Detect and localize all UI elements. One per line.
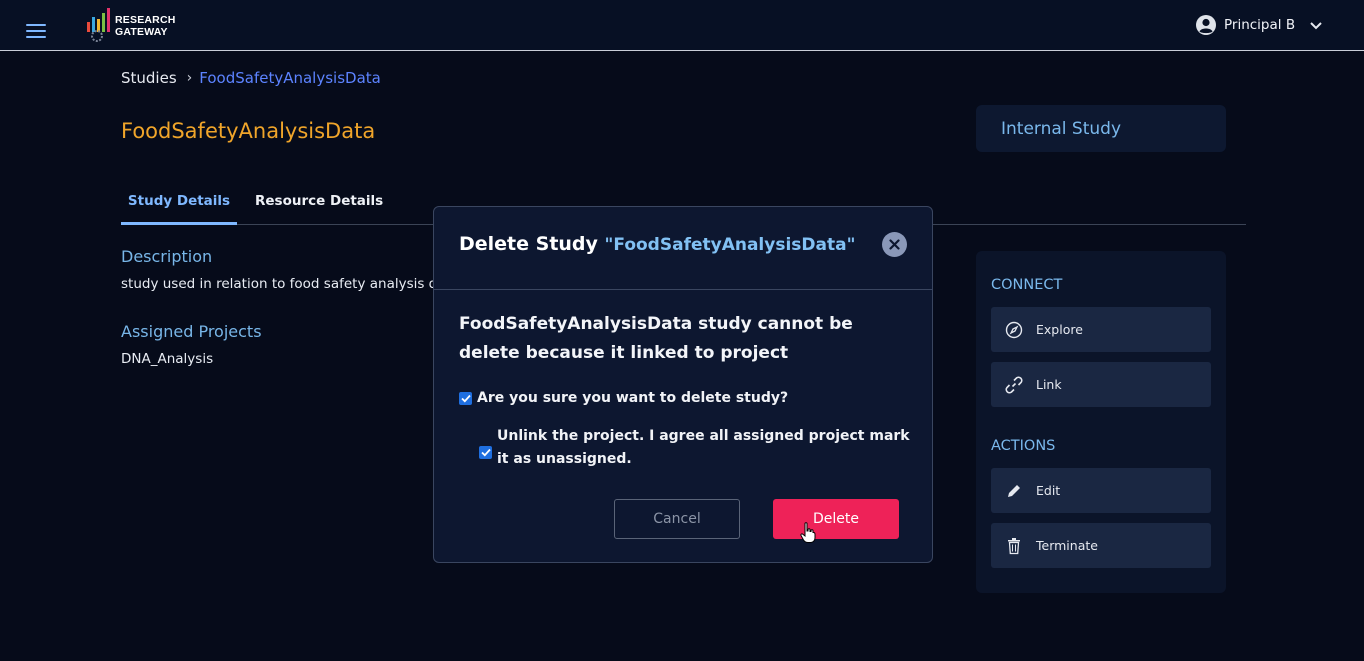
pencil-icon: [1004, 481, 1024, 501]
research-gateway-logo[interactable]: RESEARCH GATEWAY: [85, 8, 180, 42]
breadcrumb: Studies › FoodSafetyAnalysisData: [121, 69, 381, 87]
menu-icon[interactable]: [26, 24, 46, 38]
compass-icon: [1004, 320, 1024, 340]
delete-button[interactable]: Delete: [773, 499, 899, 539]
checkmark-icon: [480, 448, 491, 457]
assigned-projects-value: DNA_Analysis: [121, 351, 214, 367]
link-icon: [1004, 375, 1024, 395]
study-type-label: Internal Study: [1001, 119, 1122, 139]
description-value: study used in relation to food safety an…: [121, 276, 460, 292]
chevron-right-icon: ›: [186, 70, 193, 86]
dialog-message: FoodSafetyAnalysisData study cannot be d…: [459, 314, 853, 363]
delete-study-dialog: Delete Study "FoodSafetyAnalysisData" Fo…: [433, 206, 933, 563]
actions-panel: CONNECT Explore Link ACTIONS Edit Termin…: [976, 251, 1226, 593]
logo-mark-icon: [87, 8, 110, 42]
logo-text-line1: RESEARCH: [115, 14, 176, 26]
cancel-button[interactable]: Cancel: [614, 499, 740, 539]
link-button[interactable]: Link: [991, 362, 1211, 407]
assigned-projects-label: Assigned Projects: [121, 322, 262, 341]
chevron-down-icon[interactable]: [1309, 21, 1323, 30]
edit-button[interactable]: Edit: [991, 468, 1211, 513]
active-tab-indicator: [121, 222, 237, 225]
description-label: Description: [121, 247, 213, 266]
close-icon[interactable]: [882, 232, 907, 257]
tab-resource-details[interactable]: Resource Details: [255, 193, 383, 209]
page-title: FoodSafetyAnalysisData: [121, 119, 376, 143]
link-label: Link: [1036, 377, 1062, 392]
unlink-project-label[interactable]: Unlink the project. I agree all assigned…: [497, 425, 911, 471]
study-type-badge: Internal Study: [976, 105, 1226, 152]
logo-text-line2: GATEWAY: [115, 26, 168, 38]
dialog-divider: [434, 289, 932, 290]
edit-label: Edit: [1036, 483, 1061, 498]
trash-icon: [1004, 536, 1024, 556]
user-name: Principal B: [1224, 17, 1296, 33]
tab-study-details[interactable]: Study Details: [121, 193, 237, 209]
user-avatar-icon: [1196, 15, 1216, 35]
hand-pointer-cursor-icon: [800, 522, 816, 543]
user-menu[interactable]: Principal B: [1196, 13, 1323, 37]
top-navbar: RESEARCH GATEWAY Principal B: [0, 0, 1364, 51]
confirm-delete-checkbox[interactable]: [459, 392, 472, 405]
checkmark-icon: [460, 394, 471, 403]
explore-label: Explore: [1036, 322, 1083, 337]
unlink-project-checkbox[interactable]: [479, 446, 492, 459]
dialog-title-prefix: Delete Study: [459, 233, 598, 255]
actions-heading: ACTIONS: [991, 438, 1056, 454]
confirm-delete-label[interactable]: Are you sure you want to delete study?: [477, 387, 897, 410]
terminate-button[interactable]: Terminate: [991, 523, 1211, 568]
terminate-label: Terminate: [1036, 538, 1098, 553]
dialog-title: Delete Study "FoodSafetyAnalysisData": [459, 233, 855, 255]
explore-button[interactable]: Explore: [991, 307, 1211, 352]
connect-heading: CONNECT: [991, 277, 1063, 293]
dialog-title-study-name: "FoodSafetyAnalysisData": [604, 235, 856, 255]
breadcrumb-current[interactable]: FoodSafetyAnalysisData: [199, 69, 381, 87]
breadcrumb-studies-link[interactable]: Studies: [121, 69, 177, 87]
